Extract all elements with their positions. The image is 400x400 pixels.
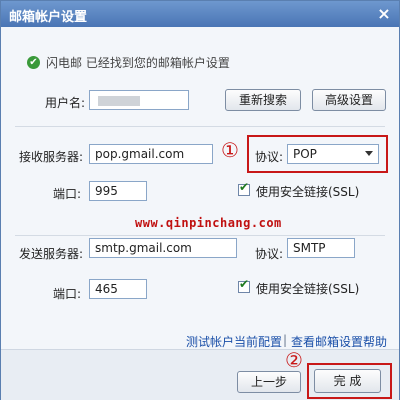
outgoing-ssl-checkbox[interactable]: ✔ (238, 277, 250, 293)
incoming-port-label: 端口: (53, 187, 82, 201)
re-search-button[interactable]: 重新搜索 (225, 89, 301, 111)
outgoing-protocol-label: 协议: (255, 247, 284, 261)
incoming-protocol-label: 协议: (255, 150, 284, 164)
incoming-port-input[interactable]: 995 (89, 181, 147, 201)
previous-step-button[interactable]: 上一步 (237, 371, 301, 393)
dialog-title: 邮箱帐户设置 (9, 10, 88, 25)
chevron-down-icon (365, 151, 373, 156)
test-config-link[interactable]: 测试帐户当前配置 (186, 333, 282, 350)
account-settings-dialog: 邮箱帐户设置 × ✔ 闪电邮 已经找到您的邮箱帐户设置 用户名: 重新搜索 高级设… (0, 0, 400, 400)
status-text: 闪电邮 已经找到您的邮箱帐户设置 (46, 56, 230, 70)
outgoing-server-label: 发送服务器: (19, 247, 84, 261)
title-bar[interactable]: 邮箱帐户设置 × (1, 1, 399, 27)
incoming-protocol-select[interactable]: POP (287, 144, 379, 164)
close-icon[interactable]: × (375, 5, 393, 23)
dialog-body: ✔ 闪电邮 已经找到您的邮箱帐户设置 用户名: 重新搜索 高级设置 接收服务器: … (1, 28, 399, 400)
outgoing-ssl-label: 使用安全链接(SSL) (256, 282, 360, 296)
incoming-server-label: 接收服务器: (19, 150, 84, 164)
username-input[interactable] (89, 90, 189, 110)
outgoing-server-input[interactable]: smtp.gmail.com (89, 238, 237, 258)
divider (15, 235, 385, 236)
checkmark-icon: ✔ (239, 277, 250, 291)
incoming-ssl-checkbox[interactable]: ✔ (238, 180, 250, 196)
check-circle-icon: ✔ (27, 56, 40, 69)
incoming-ssl-label: 使用安全链接(SSL) (256, 185, 360, 199)
username-label: 用户名: (45, 96, 86, 110)
incoming-server-input[interactable]: pop.gmail.com (89, 144, 213, 164)
watermark-text: www.qinpinchang.com (135, 216, 282, 230)
status-row: ✔ 闪电邮 已经找到您的邮箱帐户设置 (27, 54, 230, 71)
outgoing-protocol-input[interactable]: SMTP (287, 238, 355, 258)
divider (15, 126, 385, 127)
outgoing-port-label: 端口: (53, 287, 82, 301)
annotation-one: ① (221, 138, 239, 162)
annotation-two: ② (285, 348, 303, 372)
finish-button[interactable]: 完 成 (314, 369, 381, 393)
setup-help-link[interactable]: 查看邮箱设置帮助 (291, 333, 387, 350)
outgoing-port-input[interactable]: 465 (89, 279, 147, 299)
link-separator: | (283, 333, 288, 347)
masked-username (98, 95, 140, 106)
advanced-settings-button[interactable]: 高级设置 (312, 89, 386, 111)
checkmark-icon: ✔ (239, 180, 250, 194)
incoming-protocol-value: POP (293, 147, 317, 161)
